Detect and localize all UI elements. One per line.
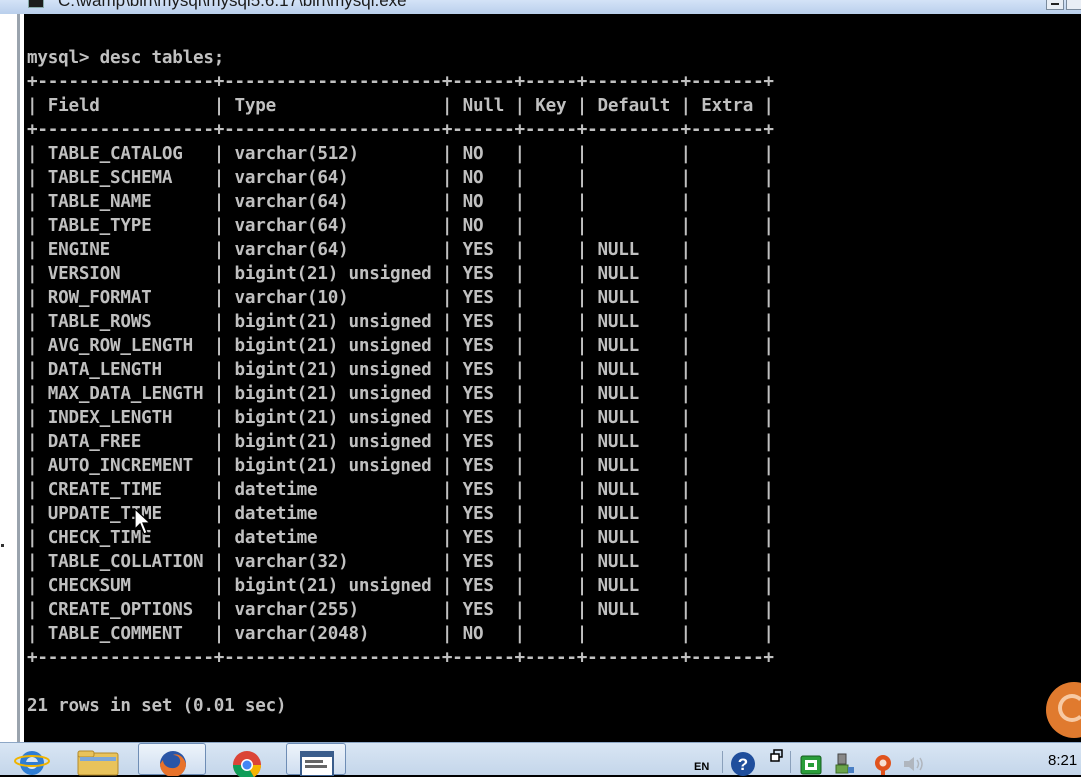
table-border-top: +-----------------+---------------------… [27, 72, 774, 92]
window-title: C:\wamp\bin\mysql\mysql5.6.17\bin\mysql.… [58, 0, 407, 10]
help-icon[interactable]: ? [730, 751, 756, 777]
assistant-icon [1058, 694, 1081, 722]
console-window-icon [300, 751, 334, 776]
volume-icon[interactable] [902, 755, 926, 773]
restore-window-icon[interactable] [770, 749, 784, 763]
table-row: | DATA_FREE | bigint(21) unsigned | YES … [27, 432, 774, 452]
table-row: | TABLE_NAME | varchar(64) | NO | | | | [27, 192, 774, 212]
table-header-row: | Field | Type | Null | Key | Default | … [27, 96, 774, 116]
table-row: | AVG_ROW_LENGTH | bigint(21) unsigned |… [27, 336, 774, 356]
window-title-bar[interactable]: C:\wamp\bin\mysql\mysql5.6.17\bin\mysql.… [0, 0, 1081, 14]
result-summary: 21 rows in set (0.01 sec) [27, 696, 287, 716]
svg-text:?: ? [738, 755, 748, 774]
table-row: | TABLE_COLLATION | varchar(32) | YES | … [27, 552, 774, 572]
table-row: | TABLE_TYPE | varchar(64) | NO | | | | [27, 216, 774, 236]
table-row: | TABLE_CATALOG | varchar(512) | NO | | … [27, 144, 774, 164]
firefox-icon [160, 751, 186, 776]
taskbar: EN ? 8:21 [0, 742, 1081, 777]
mouse-pointer-icon [134, 508, 152, 535]
security-alert-icon[interactable] [872, 753, 894, 775]
firefox-taskbar-button[interactable] [138, 743, 206, 776]
table-border-bottom: +-----------------+---------------------… [27, 648, 774, 668]
network-icon[interactable] [834, 753, 856, 775]
wamp-server-icon[interactable] [800, 755, 822, 775]
console-app-icon [28, 0, 44, 8]
console-output-area[interactable]: mysql> desc tables; +-----------------+-… [24, 14, 1081, 742]
language-indicator[interactable]: EN [694, 761, 709, 773]
table-row: | CREATE_TIME | datetime | YES | | NULL … [27, 480, 774, 500]
window-frame-left [0, 14, 24, 742]
table-row: | AUTO_INCREMENT | bigint(21) unsigned |… [27, 456, 774, 476]
table-row: | TABLE_SCHEMA | varchar(64) | NO | | | … [27, 168, 774, 188]
file-explorer-icon[interactable] [72, 745, 126, 777]
table-row: | TABLE_COMMENT | varchar(2048) | NO | |… [27, 624, 774, 644]
tray-divider [722, 751, 723, 773]
chrome-icon[interactable] [222, 745, 272, 777]
table-row: | ROW_FORMAT | varchar(10) | YES | | NUL… [27, 288, 774, 308]
table-border-mid: +-----------------+---------------------… [27, 120, 774, 140]
table-row: | DATA_LENGTH | bigint(21) unsigned | YE… [27, 360, 774, 380]
maximize-button[interactable] [1066, 0, 1081, 10]
console-text: mysql> desc tables; +-----------------+-… [27, 46, 774, 742]
table-row: | TABLE_ROWS | bigint(21) unsigned | YES… [27, 312, 774, 332]
tray-divider [790, 751, 791, 773]
table-row: | VERSION | bigint(21) unsigned | YES | … [27, 264, 774, 284]
internet-explorer-icon[interactable] [12, 745, 52, 777]
console-command-line: mysql> desc tables; [27, 48, 225, 68]
table-row: | ENGINE | varchar(64) | YES | | NULL | … [27, 240, 774, 260]
frame-marker [1, 544, 4, 547]
table-row: | INDEX_LENGTH | bigint(21) unsigned | Y… [27, 408, 774, 428]
minimize-button[interactable] [1046, 0, 1064, 10]
table-row: | MAX_DATA_LENGTH | bigint(21) unsigned … [27, 384, 774, 404]
table-row: | CHECKSUM | bigint(21) unsigned | YES |… [27, 576, 774, 596]
clock-time[interactable]: 8:21 [1048, 752, 1077, 769]
console-taskbar-button[interactable] [286, 743, 346, 776]
table-row: | CREATE_OPTIONS | varchar(255) | YES | … [27, 600, 774, 620]
